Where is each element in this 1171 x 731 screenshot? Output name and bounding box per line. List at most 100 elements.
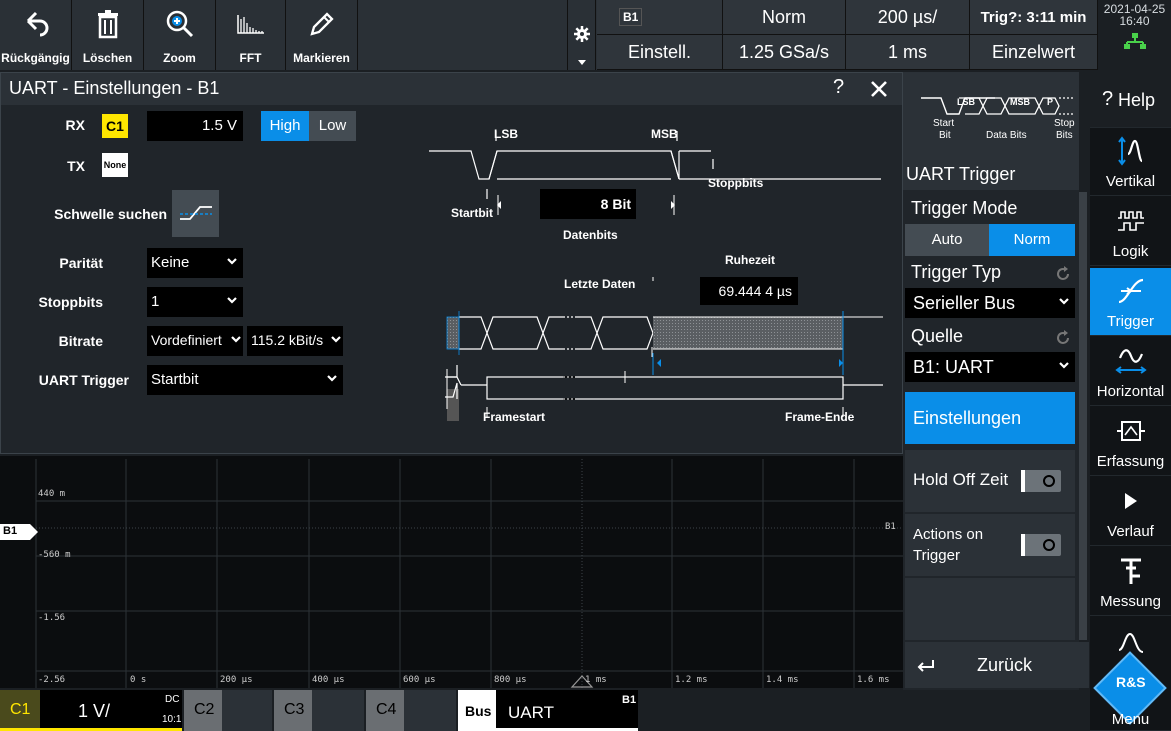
acquisition-icon (1090, 414, 1171, 448)
parity-label: Parität (59, 255, 103, 271)
idle-time-label: Ruhezeit (725, 253, 776, 267)
holdoff-row[interactable]: Hold Off Zeit (905, 450, 1075, 512)
bus-badge: B1 (619, 8, 643, 26)
close-icon[interactable] (871, 81, 887, 97)
bus-status[interactable]: B1 (597, 0, 723, 35)
source-select[interactable]: B1: UART (905, 352, 1075, 382)
chevron-down-icon (331, 336, 341, 343)
bottom-bar-empty (640, 690, 1090, 731)
trigger-type-select[interactable]: Serieller Bus (905, 288, 1075, 318)
fft-button[interactable]: FFT (216, 0, 286, 70)
delete-button[interactable]: Löschen (72, 0, 144, 70)
sidebar-item-measurement[interactable]: Messung (1090, 548, 1171, 616)
threshold-search-button[interactable] (172, 190, 219, 237)
acquisition-mode-status[interactable]: Einzelwert (970, 35, 1098, 70)
bitrate-mode-select[interactable]: Vordefiniert (147, 326, 243, 356)
thumb-start-label: Start (933, 118, 955, 129)
chevron-down-icon (1059, 298, 1069, 305)
settings-button-panel[interactable]: Einstellungen (905, 392, 1075, 444)
holdoff-toggle[interactable] (1021, 470, 1061, 492)
polarity-low-button[interactable]: Low (309, 111, 356, 141)
waveform-area[interactable]: B1 B1 440 m -560 m -1.56 -2.56 0 s 200 µ… (0, 456, 903, 688)
mark-button[interactable]: Markieren (286, 0, 358, 70)
databits-display[interactable]: 8 Bit (540, 189, 636, 219)
threshold-search-label: Schwelle suchen (54, 206, 167, 222)
actions-toggle[interactable] (1021, 534, 1061, 556)
chevron-down-icon (231, 336, 241, 343)
panel-empty-row (905, 578, 1075, 640)
settings-button[interactable] (568, 0, 596, 70)
y-tick-label: -560 m (38, 550, 71, 560)
holdoff-label: Hold Off Zeit (913, 470, 1009, 489)
c3-settings[interactable] (312, 690, 364, 731)
settings-status[interactable]: Einstell. (597, 35, 723, 70)
panel-title: UART Trigger (906, 164, 1016, 184)
fft-icon (216, 6, 285, 42)
c1-tab[interactable]: C1 (0, 690, 40, 731)
reset-icon[interactable] (1055, 266, 1071, 282)
uart-trigger-label: UART Trigger (38, 372, 129, 388)
x-tick-label: 1 ms (585, 675, 607, 685)
sidebar-item-trigger[interactable]: Trigger (1090, 268, 1171, 336)
actions-row[interactable]: Actions on Trigger (905, 514, 1075, 576)
sidebar-item-help[interactable]: ? Help (1090, 72, 1171, 128)
sidebar-item-horizontal[interactable]: Horizontal (1090, 338, 1171, 406)
back-button[interactable]: Zurück (905, 642, 1089, 688)
undo-button[interactable]: Rückgängig (0, 0, 72, 70)
sidebar-item-history[interactable]: Verlauf (1090, 478, 1171, 546)
panel-scrollbar[interactable] (1079, 192, 1087, 640)
y-tick-label: 440 m (38, 489, 66, 499)
timebase-status[interactable]: 200 µs/ (846, 0, 970, 35)
sidebar-item-menu[interactable]: R&S Menu (1090, 651, 1171, 731)
stopbits-label: Stoppbits (38, 294, 103, 310)
trigger-type-label: Trigger Typ (911, 262, 1002, 282)
c4-settings[interactable] (404, 690, 456, 731)
rx-threshold-input[interactable]: 1.5 V (147, 111, 243, 141)
zoom-button[interactable]: Zoom (144, 0, 216, 70)
c4-tab[interactable]: C4 (366, 690, 404, 731)
sidebar-item-vertical[interactable]: Vertikal (1090, 128, 1171, 196)
play-icon (1090, 484, 1171, 518)
lsb-label: LSB (494, 127, 518, 141)
x-tick-label: 1.2 ms (675, 675, 708, 685)
msb-label: MSB (651, 127, 678, 141)
trigger-status[interactable]: Trig?: 3:11 min (970, 0, 1098, 35)
undo-icon (0, 6, 71, 42)
bitrate-value-select[interactable]: 115.2 kBit/s (247, 326, 343, 356)
dialog-title: UART - Einstellungen - B1 (9, 78, 220, 98)
c2-settings[interactable] (222, 690, 272, 731)
help-button[interactable]: ? (833, 76, 844, 99)
reset-icon[interactable] (1055, 330, 1071, 346)
idle-time-input[interactable]: 69.444 4 µs (700, 277, 798, 305)
time: 16:40 (1119, 14, 1150, 28)
sample-rate-status[interactable]: 1.25 GSa/s (723, 35, 846, 70)
waveform-grid (35, 459, 903, 688)
sidebar-item-logic[interactable]: Logik (1090, 198, 1171, 266)
rx-channel-button[interactable]: C1 (102, 114, 128, 138)
actions-label-line2: Trigger (913, 547, 960, 564)
c1-settings[interactable]: 1 V/ DC 10:1 (40, 690, 182, 731)
bus-offset-marker[interactable]: B1 (0, 524, 38, 540)
tx-channel-button[interactable]: None (102, 153, 128, 177)
chevron-down-icon (227, 297, 237, 304)
trigger-mode-norm-button[interactable]: Norm (989, 224, 1075, 256)
framestart-label: Framestart (483, 410, 546, 424)
caret-down-icon (578, 60, 586, 65)
stopbits-select[interactable]: 1 (147, 287, 243, 317)
bus-tab[interactable]: Bus (458, 690, 496, 731)
polarity-high-button[interactable]: High (261, 111, 309, 141)
thumb-stop-label: Stop (1054, 118, 1075, 129)
back-arrow-icon (917, 660, 934, 672)
trigger-mode-status[interactable]: Norm (723, 0, 846, 35)
uart-trigger-select[interactable]: Startbit (147, 365, 343, 395)
c3-tab[interactable]: C3 (274, 690, 312, 731)
bus-settings[interactable]: UART B1 (496, 690, 638, 731)
record-length-status[interactable]: 1 ms (846, 35, 970, 70)
trigger-mode-auto-button[interactable]: Auto (905, 224, 989, 256)
sidebar-item-acquisition[interactable]: Erfassung (1090, 408, 1171, 476)
thumb-bits-label: Bits (1056, 130, 1073, 141)
parity-select[interactable]: Keine (147, 248, 243, 278)
thumb-msb-label: MSB (1010, 97, 1030, 107)
thumb-bit-label: Bit (939, 130, 951, 141)
c2-tab[interactable]: C2 (184, 690, 222, 731)
